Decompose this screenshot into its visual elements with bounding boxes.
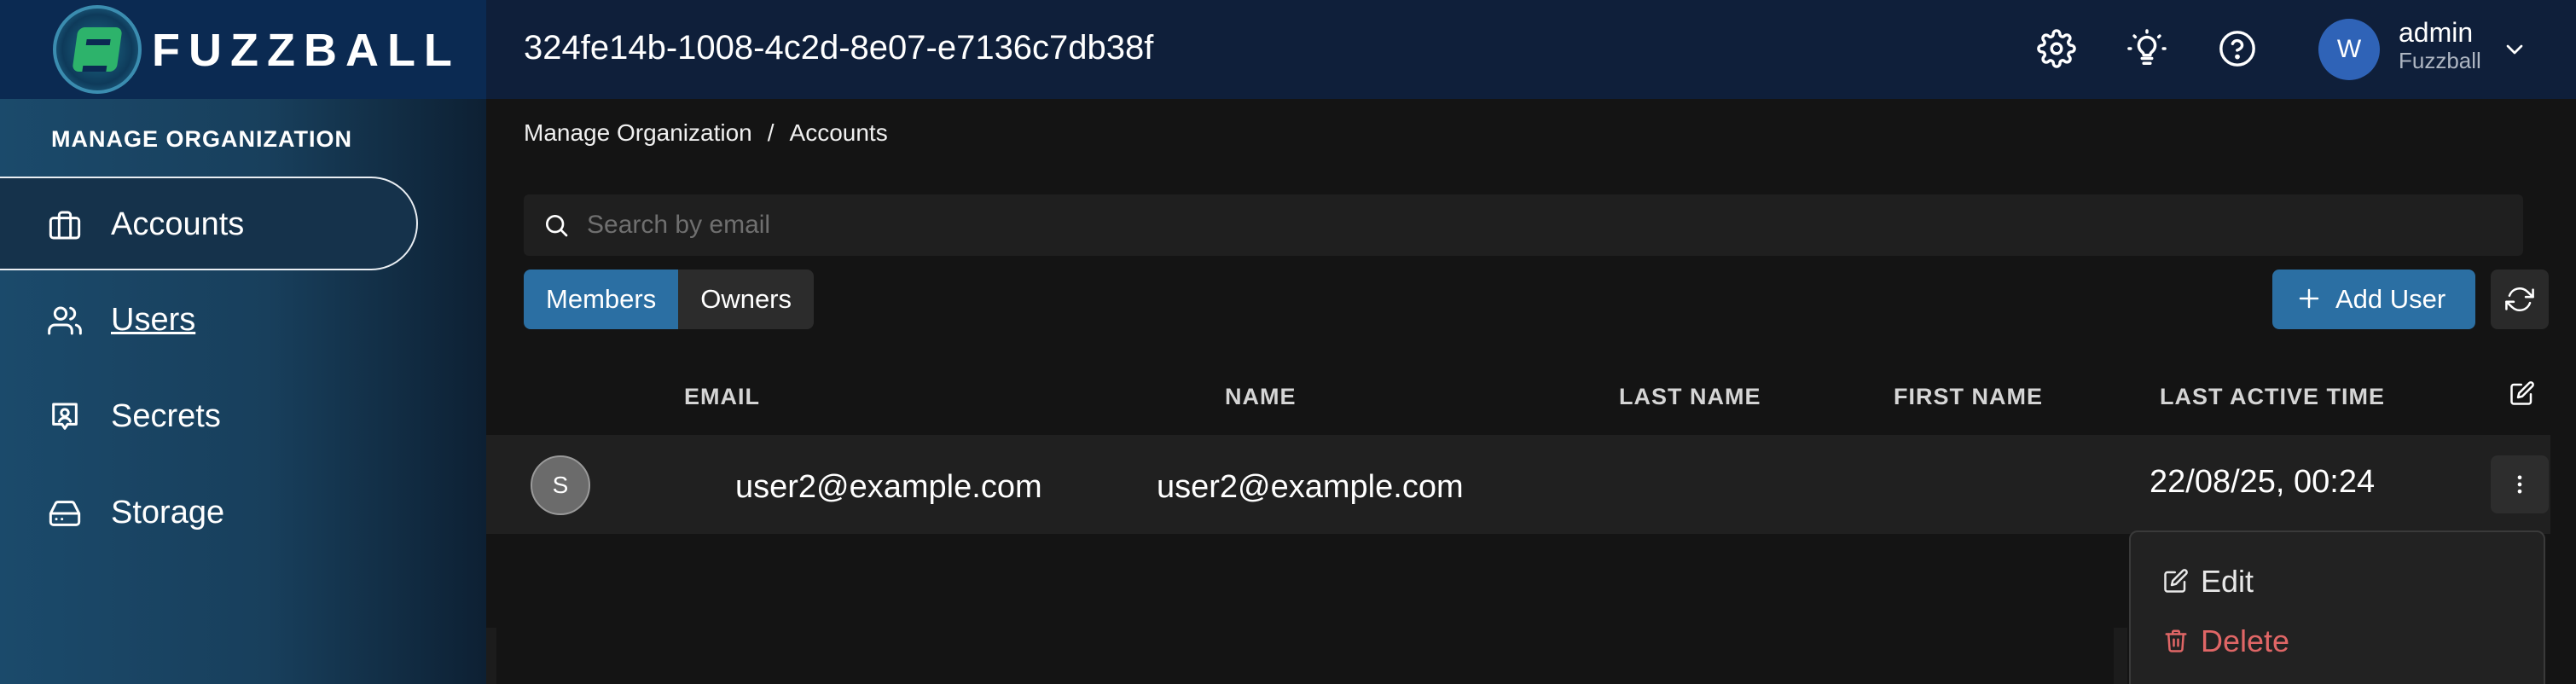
- search-bar: [524, 194, 2523, 256]
- sidebar: MANAGE ORGANIZATION Accounts Users Secre…: [0, 99, 486, 684]
- left-scroll-track: [486, 628, 496, 684]
- column-header-email[interactable]: EMAIL: [684, 384, 760, 410]
- owners-tab[interactable]: Owners: [678, 270, 815, 329]
- sidebar-item-users[interactable]: Users: [0, 274, 418, 368]
- sidebar-heading: MANAGE ORGANIZATION: [51, 126, 352, 152]
- organization-id: 324fe14b-1008-4c2d-8e07-e7136c7db38f: [524, 29, 1154, 67]
- brand-name: FUZZBALL: [152, 25, 461, 76]
- column-header-last-active-time[interactable]: LAST ACTIVE TIME: [2160, 384, 2385, 410]
- avatar: S: [531, 455, 590, 515]
- user-menu[interactable]: W admin Fuzzball: [2318, 17, 2566, 82]
- brand[interactable]: FUZZBALL: [0, 0, 486, 99]
- edit-columns-icon[interactable]: [2509, 380, 2535, 406]
- breadcrumb-parent[interactable]: Manage Organization: [524, 119, 752, 147]
- cell-email: user2@example.com: [735, 469, 1042, 505]
- members-tab[interactable]: Members: [524, 270, 679, 329]
- sidebar-item-accounts[interactable]: Accounts: [0, 177, 418, 270]
- sidebar-item-label: Secrets: [111, 398, 221, 434]
- breadcrumb: Manage Organization / Accounts: [524, 119, 888, 147]
- plus-icon: [2299, 288, 2319, 309]
- cell-last-active-time: 22/08/25, 00:24: [2150, 464, 2376, 500]
- row-actions-button[interactable]: [2491, 455, 2549, 513]
- sidebar-item-label: Storage: [111, 495, 225, 530]
- search-icon: [546, 215, 568, 237]
- menu-item-label: Edit: [2201, 564, 2254, 599]
- main-content: Manage Organization / Accounts Members Own…: [486, 99, 2576, 684]
- chevron-down-icon: [2506, 44, 2523, 55]
- sidebar-item-secrets[interactable]: Secrets: [0, 370, 418, 464]
- members-owners-toggle: Members Owners: [524, 270, 815, 329]
- add-user-button[interactable]: Add User: [2272, 270, 2475, 329]
- search-input[interactable]: [587, 194, 2498, 256]
- user-organization: Fuzzball: [2399, 48, 2481, 73]
- table-row[interactable]: S user2@example.com user2@example.com 22…: [486, 435, 2550, 534]
- refresh-icon: [2505, 287, 2534, 311]
- edit-icon: [2164, 569, 2188, 593]
- sidebar-item-label: Accounts: [111, 206, 245, 242]
- menu-item-delete[interactable]: Delete: [2131, 611, 2547, 669]
- users-icon: [48, 306, 82, 335]
- trash-icon: [2165, 629, 2187, 652]
- top-bar: FUZZBALL 324fe14b-1008-4c2d-8e07-e7136c7…: [0, 0, 2576, 99]
- sidebar-item-label: Users: [111, 302, 196, 338]
- menu-item-edit[interactable]: Edit: [2131, 551, 2547, 609]
- add-user-label: Add User: [2335, 284, 2446, 314]
- secret-icon: [52, 403, 78, 430]
- sidebar-item-storage[interactable]: Storage: [0, 467, 418, 560]
- refresh-button[interactable]: [2491, 270, 2549, 329]
- breadcrumb-separator: /: [767, 119, 775, 146]
- column-header-last-name[interactable]: LAST NAME: [1619, 384, 1761, 410]
- table-scroll-track: [2114, 628, 2127, 684]
- more-vertical-icon: [2517, 475, 2522, 494]
- user-avatar: W: [2318, 19, 2380, 80]
- column-header-name[interactable]: NAME: [1225, 384, 1297, 410]
- breadcrumb-current: Accounts: [789, 119, 888, 146]
- cell-name: user2@example.com: [1157, 469, 1464, 505]
- help-circle-icon[interactable]: [2218, 29, 2257, 68]
- row-context-menu: Edit Delete: [2129, 530, 2545, 684]
- user-name: admin: [2399, 17, 2474, 48]
- gear-icon[interactable]: [2037, 29, 2076, 68]
- fuzzball-logo-icon: [53, 5, 142, 94]
- column-header-first-name[interactable]: FIRST NAME: [1894, 384, 2043, 410]
- lightbulb-icon[interactable]: [2127, 29, 2167, 68]
- menu-item-label: Delete: [2201, 623, 2290, 658]
- hard-drive-icon: [49, 501, 81, 526]
- briefcase-icon: [49, 211, 81, 240]
